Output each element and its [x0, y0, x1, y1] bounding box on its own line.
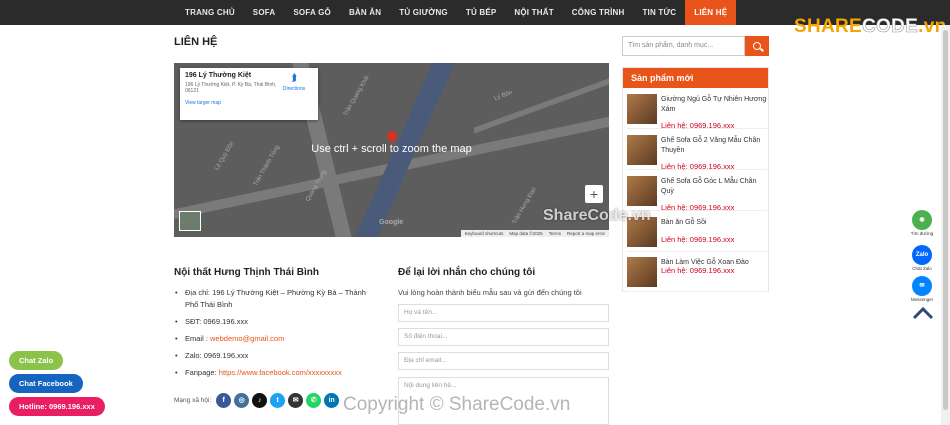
social-label: Mạng xã hội: — [174, 397, 212, 404]
floating-label: Messenger — [910, 297, 934, 302]
fanpage-link[interactable]: https://www.facebook.com/xxxxxxxxx — [219, 368, 342, 377]
search-icon — [753, 42, 761, 50]
logo-text: SHARECODE.vn — [794, 16, 947, 38]
email-icon[interactable]: ✉ — [288, 393, 304, 408]
nav-item-7[interactable]: CÔNG TRÌNH — [563, 0, 634, 25]
email-field[interactable]: Địa chỉ email... — [398, 352, 609, 370]
floating-label: Tìm đường — [910, 231, 934, 236]
map-footer: Keyboard shortcuts Map data ©2025 Terms … — [460, 230, 609, 237]
zoom-in-button[interactable]: + — [585, 185, 603, 203]
product-item[interactable]: Ghế Sofa Gỗ Góc L Mẫu Chân Quỳ Liên hệ: 0… — [627, 174, 767, 212]
product-price: Liên hệ: 0969.196.xxx — [661, 235, 735, 244]
map-zoom-hint: Use ctrl + scroll to zoom the map — [311, 143, 472, 155]
product-item[interactable]: Giường Ngủ Gỗ Tự Nhiên Hương Xám Liên hệ:… — [627, 92, 767, 130]
chat-facebook-button[interactable]: Chat Facebook — [9, 374, 83, 393]
product-item[interactable]: Ghế Sofa Gỗ 2 Văng Mẫu Chân Thuyền Liên h… — [627, 133, 767, 171]
new-products-title: Sản phẩm mới — [623, 68, 768, 88]
floating-zalo-button[interactable]: Zalo Chat Zalo — [905, 245, 939, 271]
directions-icon: ⮭ — [291, 73, 297, 84]
linkedin-icon[interactable]: in — [324, 393, 340, 408]
tiktok-icon[interactable]: ♪ — [252, 393, 268, 408]
map-street-label: Trần Quang Khải — [342, 74, 371, 118]
floating-messenger-button[interactable]: ✉ Messenger — [905, 276, 939, 302]
nav-item-0[interactable]: TRANG CHỦ — [176, 0, 244, 25]
sharecode-logo[interactable]: SHARECODE.vn — [790, 10, 947, 44]
social-links: Mạng xã hội: f ◎ ♪ t ✉ ✆ in — [174, 393, 342, 408]
form-subtitle: Vui lòng hoàn thành biểu mẫu sau và gửi … — [398, 288, 582, 297]
product-name[interactable]: Ghế Sofa Gỗ 2 Văng Mẫu Chân Thuyền — [661, 136, 767, 156]
product-price: Liên hệ: 0969.196.xxx — [661, 266, 735, 275]
phone-icon[interactable]: ✆ — [306, 393, 322, 408]
scrollbar-thumb[interactable] — [943, 30, 948, 410]
map-street-label: Trần Hưng Đạo — [511, 186, 538, 226]
map-data-label: Map data ©2025 — [509, 231, 543, 236]
facebook-icon[interactable]: f — [216, 393, 232, 408]
scroll-to-top-icon[interactable] — [911, 306, 935, 320]
watermark-center: ShareCode.vn — [543, 207, 651, 224]
nav-menu: TRANG CHỦ SOFA SOFA GỖ BÀN ĂN TỦ GIƯỜNG TỦ BẾ… — [176, 0, 737, 25]
nav-item-9[interactable]: LIÊN HỆ — [685, 0, 737, 25]
nav-item-4[interactable]: TỦ GIƯỜNG — [390, 0, 457, 25]
phone-item: SĐT: 0969.196.xxx — [174, 316, 374, 328]
product-thumbnail[interactable] — [627, 135, 657, 165]
chat-zalo-button[interactable]: Chat Zalo — [9, 351, 64, 370]
fanpage-item: Fanpage: https://www.facebook.com/xxxxxx… — [174, 367, 374, 379]
map-place-card: 196 Lý Thường Kiệt 196 Lý Thường Kiệt, P… — [180, 68, 318, 120]
email-link[interactable]: webdemo@gmail.com — [210, 334, 284, 343]
watermark-copyright: Copyright © ShareCode.vn — [343, 394, 571, 415]
nav-item-1[interactable]: SOFA — [244, 0, 285, 25]
messenger-icon: ✉ — [912, 276, 932, 296]
directions-label: Directions — [282, 86, 306, 92]
address-item: Địa chỉ: 196 Lý Thường Kiệt – Phường Kỳ … — [174, 287, 374, 311]
zalo-item: Zalo: 0969.196.xxx — [174, 350, 374, 362]
map-directions-icon: ◉ — [912, 210, 932, 230]
floating-map-directions-button[interactable]: ◉ Tìm đường — [905, 210, 939, 236]
nav-item-8[interactable]: TIN TỨC — [633, 0, 685, 25]
product-price: Liên hệ: 0969.196.xxx — [661, 203, 735, 212]
phone-field[interactable]: Số điện thoại... — [398, 328, 609, 346]
company-title: Nội thất Hưng Thịnh Thái Bình — [174, 267, 319, 278]
company-info-list: Địa chỉ: 196 Lý Thường Kiệt – Phường Kỳ … — [174, 287, 374, 384]
report-error-link[interactable]: Report a map error — [567, 230, 605, 237]
product-thumbnail[interactable] — [627, 257, 657, 287]
directions-button[interactable]: ⮭ Directions — [278, 73, 310, 93]
twitter-icon[interactable]: t — [270, 393, 286, 408]
product-thumbnail[interactable] — [627, 176, 657, 206]
nav-item-5[interactable]: TỦ BẾP — [457, 0, 506, 25]
page-title: LIÊN HỆ — [174, 36, 218, 48]
google-attribution: Google — [379, 219, 404, 226]
product-name[interactable]: Ghế Sofa Gỗ Góc L Mẫu Chân Quỳ — [661, 177, 767, 197]
product-name[interactable]: Bàn ăn Gỗ Sồi — [661, 218, 767, 228]
search-input[interactable]: Tìm sản phẩm, danh mục... — [622, 36, 745, 56]
instagram-icon[interactable]: ◎ — [234, 393, 250, 408]
new-products-widget: Sản phẩm mới Giường Ngủ Gỗ Tự Nhiên Hươn… — [622, 67, 769, 292]
nav-item-2[interactable]: SOFA GỖ — [284, 0, 340, 25]
nav-item-3[interactable]: BÀN ĂN — [340, 0, 390, 25]
view-larger-map-link[interactable]: View larger map — [185, 100, 313, 106]
map-street-label: Lý Bôn — [493, 89, 514, 103]
map-place-address: 196 Lý Thường Kiệt, P. Kỳ Bá, Thái Bình,… — [185, 82, 277, 94]
product-item[interactable]: Bàn Làm Việc Gỗ Xoan Đào Liên hệ: 0969.19… — [627, 255, 767, 292]
zalo-icon: Zalo — [912, 245, 932, 265]
form-title: Để lại lời nhắn cho chúng tôi — [398, 267, 536, 278]
terms-link[interactable]: Terms — [549, 230, 561, 237]
product-thumbnail[interactable] — [627, 94, 657, 124]
nav-item-6[interactable]: NỘI THẤT — [505, 0, 562, 25]
product-name[interactable]: Giường Ngủ Gỗ Tự Nhiên Hương Xám — [661, 95, 767, 115]
search-button[interactable] — [745, 36, 769, 56]
map-satellite-toggle[interactable] — [179, 211, 201, 231]
hotline-button[interactable]: Hotline: 0969.196.xxx — [9, 397, 105, 416]
product-price: Liên hệ: 0969.196.xxx — [661, 121, 735, 130]
keyboard-shortcuts-link[interactable]: Keyboard shortcuts — [465, 230, 504, 237]
email-item: Email : webdemo@gmail.com — [174, 333, 374, 345]
name-field[interactable]: Họ và tên... — [398, 304, 609, 322]
product-price: Liên hệ: 0969.196.xxx — [661, 162, 735, 171]
floating-label: Chat Zalo — [912, 266, 932, 271]
